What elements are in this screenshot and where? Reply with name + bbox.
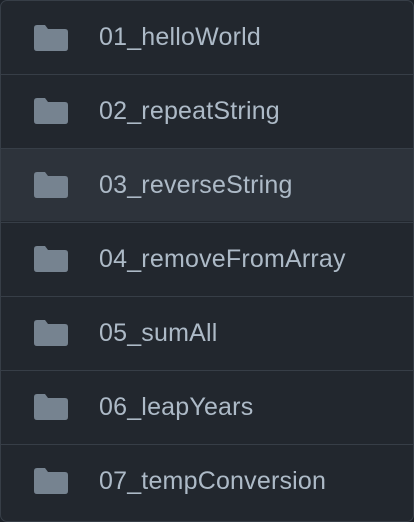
folder-icon bbox=[34, 98, 68, 124]
folder-icon bbox=[34, 24, 68, 51]
folder-icon bbox=[34, 246, 68, 272]
folder-name: 07_tempConversion bbox=[99, 466, 327, 495]
folder-icon bbox=[34, 172, 68, 198]
folder-row[interactable]: 04_removeFromArray bbox=[1, 222, 413, 295]
folder-icon bbox=[34, 394, 68, 420]
folder-name: 05_sumAll bbox=[99, 318, 218, 347]
folder-name: 02_repeatString bbox=[99, 96, 280, 125]
folder-icon bbox=[34, 468, 68, 494]
folder-name: 01_helloWorld bbox=[99, 23, 261, 51]
folder-row[interactable]: 02_repeatString bbox=[1, 74, 413, 147]
folder-row[interactable]: 03_reverseString bbox=[1, 148, 413, 221]
folder-row[interactable]: 07_tempConversion bbox=[1, 444, 413, 517]
folder-name: 03_reverseString bbox=[99, 170, 293, 199]
file-list: 01_helloWorld 02_repeatString 03_reverse… bbox=[0, 0, 414, 522]
folder-row[interactable]: 05_sumAll bbox=[1, 296, 413, 369]
folder-row[interactable]: 01_helloWorld bbox=[1, 1, 413, 74]
folder-row[interactable]: 06_leapYears bbox=[1, 370, 413, 443]
folder-name: 04_removeFromArray bbox=[99, 244, 346, 273]
folder-icon bbox=[34, 320, 68, 346]
folder-name: 06_leapYears bbox=[99, 392, 254, 421]
